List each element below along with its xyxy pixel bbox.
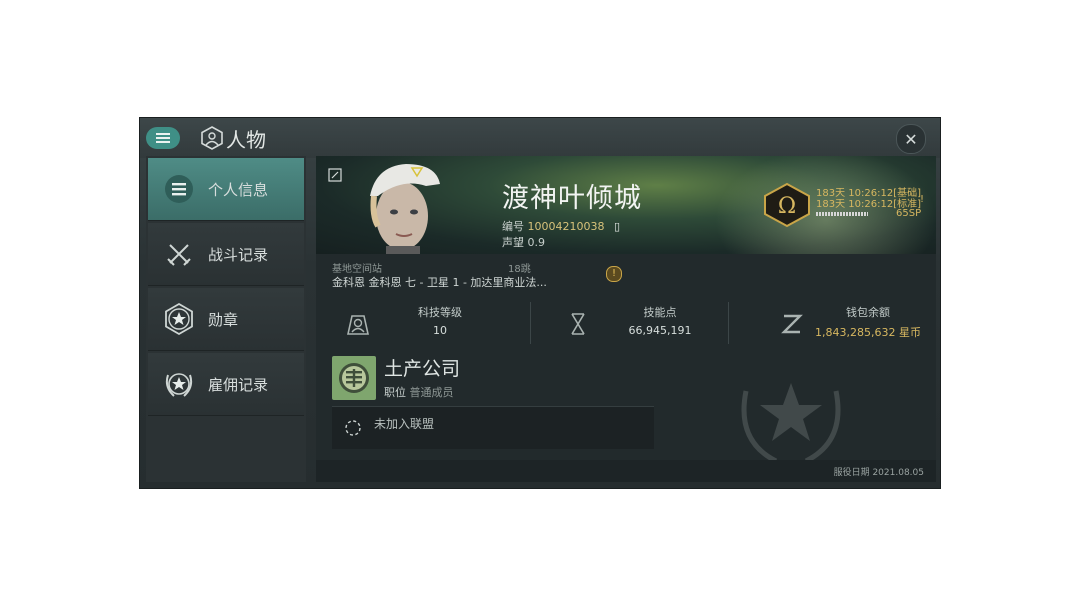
- stat-label: 钱包余额: [846, 306, 890, 319]
- home-station-row[interactable]: 基地空间站 18跳 金科恩 金科恩 七 - 卫星 1 - 加达里商业法... !: [328, 260, 928, 292]
- sp-progress-bar: [816, 212, 868, 216]
- divider: [530, 302, 531, 344]
- stat-skill-points: 技能点 66,945,191: [540, 298, 740, 348]
- crossed-swords-icon: [162, 237, 196, 271]
- security-label: 声望: [502, 236, 524, 249]
- copy-icon[interactable]: ▯: [614, 220, 620, 233]
- omega-line-1: 183天 10:26:12[基础]: [816, 188, 921, 199]
- character-name: 渡神叶倾城: [502, 183, 642, 214]
- edit-icon[interactable]: [328, 168, 342, 182]
- stat-value: 1,843,285,632 星币: [815, 326, 921, 339]
- info-icon[interactable]: !: [920, 194, 924, 205]
- sidebar-item-label: 战斗记录: [208, 245, 269, 264]
- corporation-logo[interactable]: [332, 356, 376, 400]
- security-value: 0.9: [527, 236, 546, 249]
- profile-banner: 渡神叶倾城 编号 10004210038 ▯ 声望 0.9 Ω 183天 10:…: [316, 156, 936, 254]
- menu-button[interactable]: [146, 127, 180, 149]
- sidebar-item-label: 勋章: [208, 310, 239, 329]
- close-icon: ✕: [904, 129, 918, 149]
- role-value: 普通成员: [409, 386, 454, 399]
- wallet-icon: [781, 314, 803, 334]
- character-window: 人物 ✕ 个人信息 战斗记录 勋章 雇佣记录 渡神叶倾城 编号 10004210…: [140, 118, 940, 488]
- hamburger-icon: [156, 133, 170, 143]
- sidebar-item-personal-info[interactable]: 个人信息: [148, 158, 304, 221]
- id-label: 编号: [502, 220, 524, 233]
- service-date: 服役日期 2021.08.05: [833, 468, 924, 478]
- profile-panel: 渡神叶倾城 编号 10004210038 ▯ 声望 0.9 Ω 183天 10:…: [316, 156, 936, 482]
- sidebar-item-medals[interactable]: 勋章: [148, 288, 304, 351]
- tech-level-icon: [347, 315, 369, 335]
- home-station-label: 基地空间站: [332, 264, 382, 275]
- alliance-label: 未加入联盟: [374, 417, 435, 431]
- footer-bar: 服役日期 2021.08.05: [316, 460, 936, 482]
- close-button[interactable]: ✕: [896, 124, 926, 154]
- emblem-watermark-icon: [741, 383, 841, 464]
- id-value: 10004210038: [527, 220, 605, 233]
- star-badge-icon: [162, 302, 196, 336]
- role-label: 职位: [384, 386, 406, 399]
- sidebar-item-employment-history[interactable]: 雇佣记录: [148, 353, 304, 416]
- stat-tech-level: 科技等级 10: [324, 298, 524, 348]
- character-icon: [201, 126, 223, 150]
- security-status: 声望 0.9: [502, 234, 545, 250]
- alliance-row[interactable]: 未加入联盟: [332, 406, 654, 449]
- sidebar-item-label: 个人信息: [208, 180, 269, 199]
- omega-icon[interactable]: Ω: [762, 182, 812, 228]
- stat-label: 技能点: [643, 306, 677, 319]
- warning-icon[interactable]: !: [606, 266, 622, 282]
- stats-row: 科技等级 10 技能点 66,945,191 钱包余额 1,843,285,63…: [324, 298, 928, 348]
- omega-status: 183天 10:26:12[基础] 183天 10:26:12[标准]: [816, 188, 921, 210]
- window-title: 人物: [226, 128, 266, 152]
- title-bar: 人物 ✕: [140, 118, 940, 158]
- stat-value: 10: [433, 324, 447, 337]
- stat-value: 66,945,191: [628, 324, 692, 337]
- stat-label: 科技等级: [418, 306, 462, 319]
- jump-count: 18跳: [508, 264, 531, 275]
- sp-value: 65SP: [896, 208, 922, 219]
- character-id: 编号 10004210038 ▯: [502, 218, 620, 234]
- list-icon: [162, 172, 196, 206]
- corporation-role: 职位 普通成员: [384, 384, 454, 400]
- skill-points-icon: [571, 313, 585, 335]
- stat-wallet: 钱包余额 1,843,285,632 星币: [738, 298, 928, 348]
- home-station-location: 金科恩 金科恩 七 - 卫星 1 - 加达里商业法...: [332, 276, 547, 289]
- corporation-name[interactable]: 土产公司: [384, 354, 460, 381]
- star-wreath-icon: [162, 367, 196, 401]
- character-portrait[interactable]: [356, 156, 448, 254]
- svg-text:Ω: Ω: [778, 194, 796, 219]
- corporation-emblem-icon: [339, 363, 369, 393]
- alliance-icon: [345, 420, 361, 436]
- sidebar: 个人信息 战斗记录 勋章 雇佣记录: [146, 156, 306, 482]
- sidebar-item-label: 雇佣记录: [208, 375, 269, 394]
- sidebar-item-combat-log[interactable]: 战斗记录: [148, 223, 304, 286]
- divider: [728, 302, 729, 344]
